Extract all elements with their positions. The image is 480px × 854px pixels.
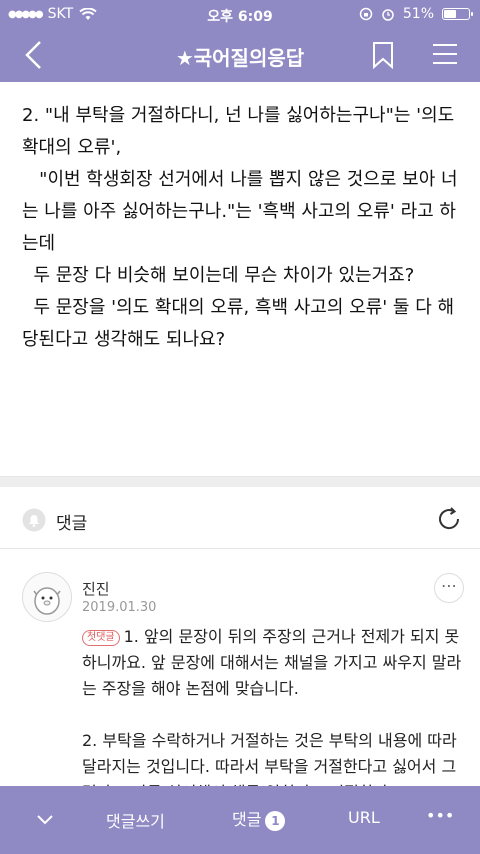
comment-body: 첫댓글 1. 앞의 문장이 뒤의 주장의 근거나 전제가 되지 못하니까요. 앞 … — [82, 624, 462, 806]
menu-icon[interactable] — [432, 43, 458, 65]
chevron-down-icon[interactable] — [36, 814, 54, 826]
write-comment-button[interactable]: 댓글쓰기 — [106, 808, 165, 832]
comments-button[interactable]: 댓글 1 — [232, 806, 286, 831]
first-comment-badge: 첫댓글 — [82, 630, 120, 646]
more-icon[interactable]: ••• — [426, 806, 454, 825]
post-body: 2. "내 부탁을 거절하다니, 넌 나를 싫어하는구나"는 '의도 확대의 오… — [22, 105, 458, 350]
comment-date: 2019.01.30 — [82, 600, 157, 615]
battery-icon — [442, 8, 473, 20]
section-divider — [0, 476, 480, 487]
comments-label: 댓글 — [56, 514, 88, 534]
comment-paragraph-1: 1. 앞의 문장이 뒤의 주장의 근거나 전제가 되지 못하니까요. 앞 문장에… — [82, 627, 462, 698]
comment-count-badge: 1 — [265, 811, 286, 831]
bookmark-icon[interactable] — [372, 41, 394, 69]
status-right: 51% — [359, 6, 473, 22]
url-button[interactable]: URL — [348, 808, 380, 827]
status-bar: ●●●●● SKT 오후 6:09 51% — [0, 0, 480, 28]
page-title: ★국어질의응답 — [175, 46, 305, 70]
comment-author[interactable]: 진진 — [82, 578, 110, 599]
alarm-icon — [382, 9, 394, 21]
comments-button-label: 댓글 — [232, 810, 262, 829]
refresh-icon[interactable] — [436, 506, 462, 532]
nav-bar: ★국어질의응답 — [0, 28, 480, 82]
bell-icon[interactable] — [22, 508, 46, 532]
bottom-toolbar: 댓글쓰기 댓글 1 URL ••• — [0, 786, 480, 854]
comments-header: 댓글 — [0, 492, 480, 549]
avatar-character-icon — [33, 587, 61, 615]
more-options-button[interactable]: ⋯ — [434, 573, 464, 603]
avatar[interactable] — [22, 572, 72, 622]
battery-percent: 51% — [402, 6, 434, 22]
orientation-lock-icon — [359, 7, 373, 21]
